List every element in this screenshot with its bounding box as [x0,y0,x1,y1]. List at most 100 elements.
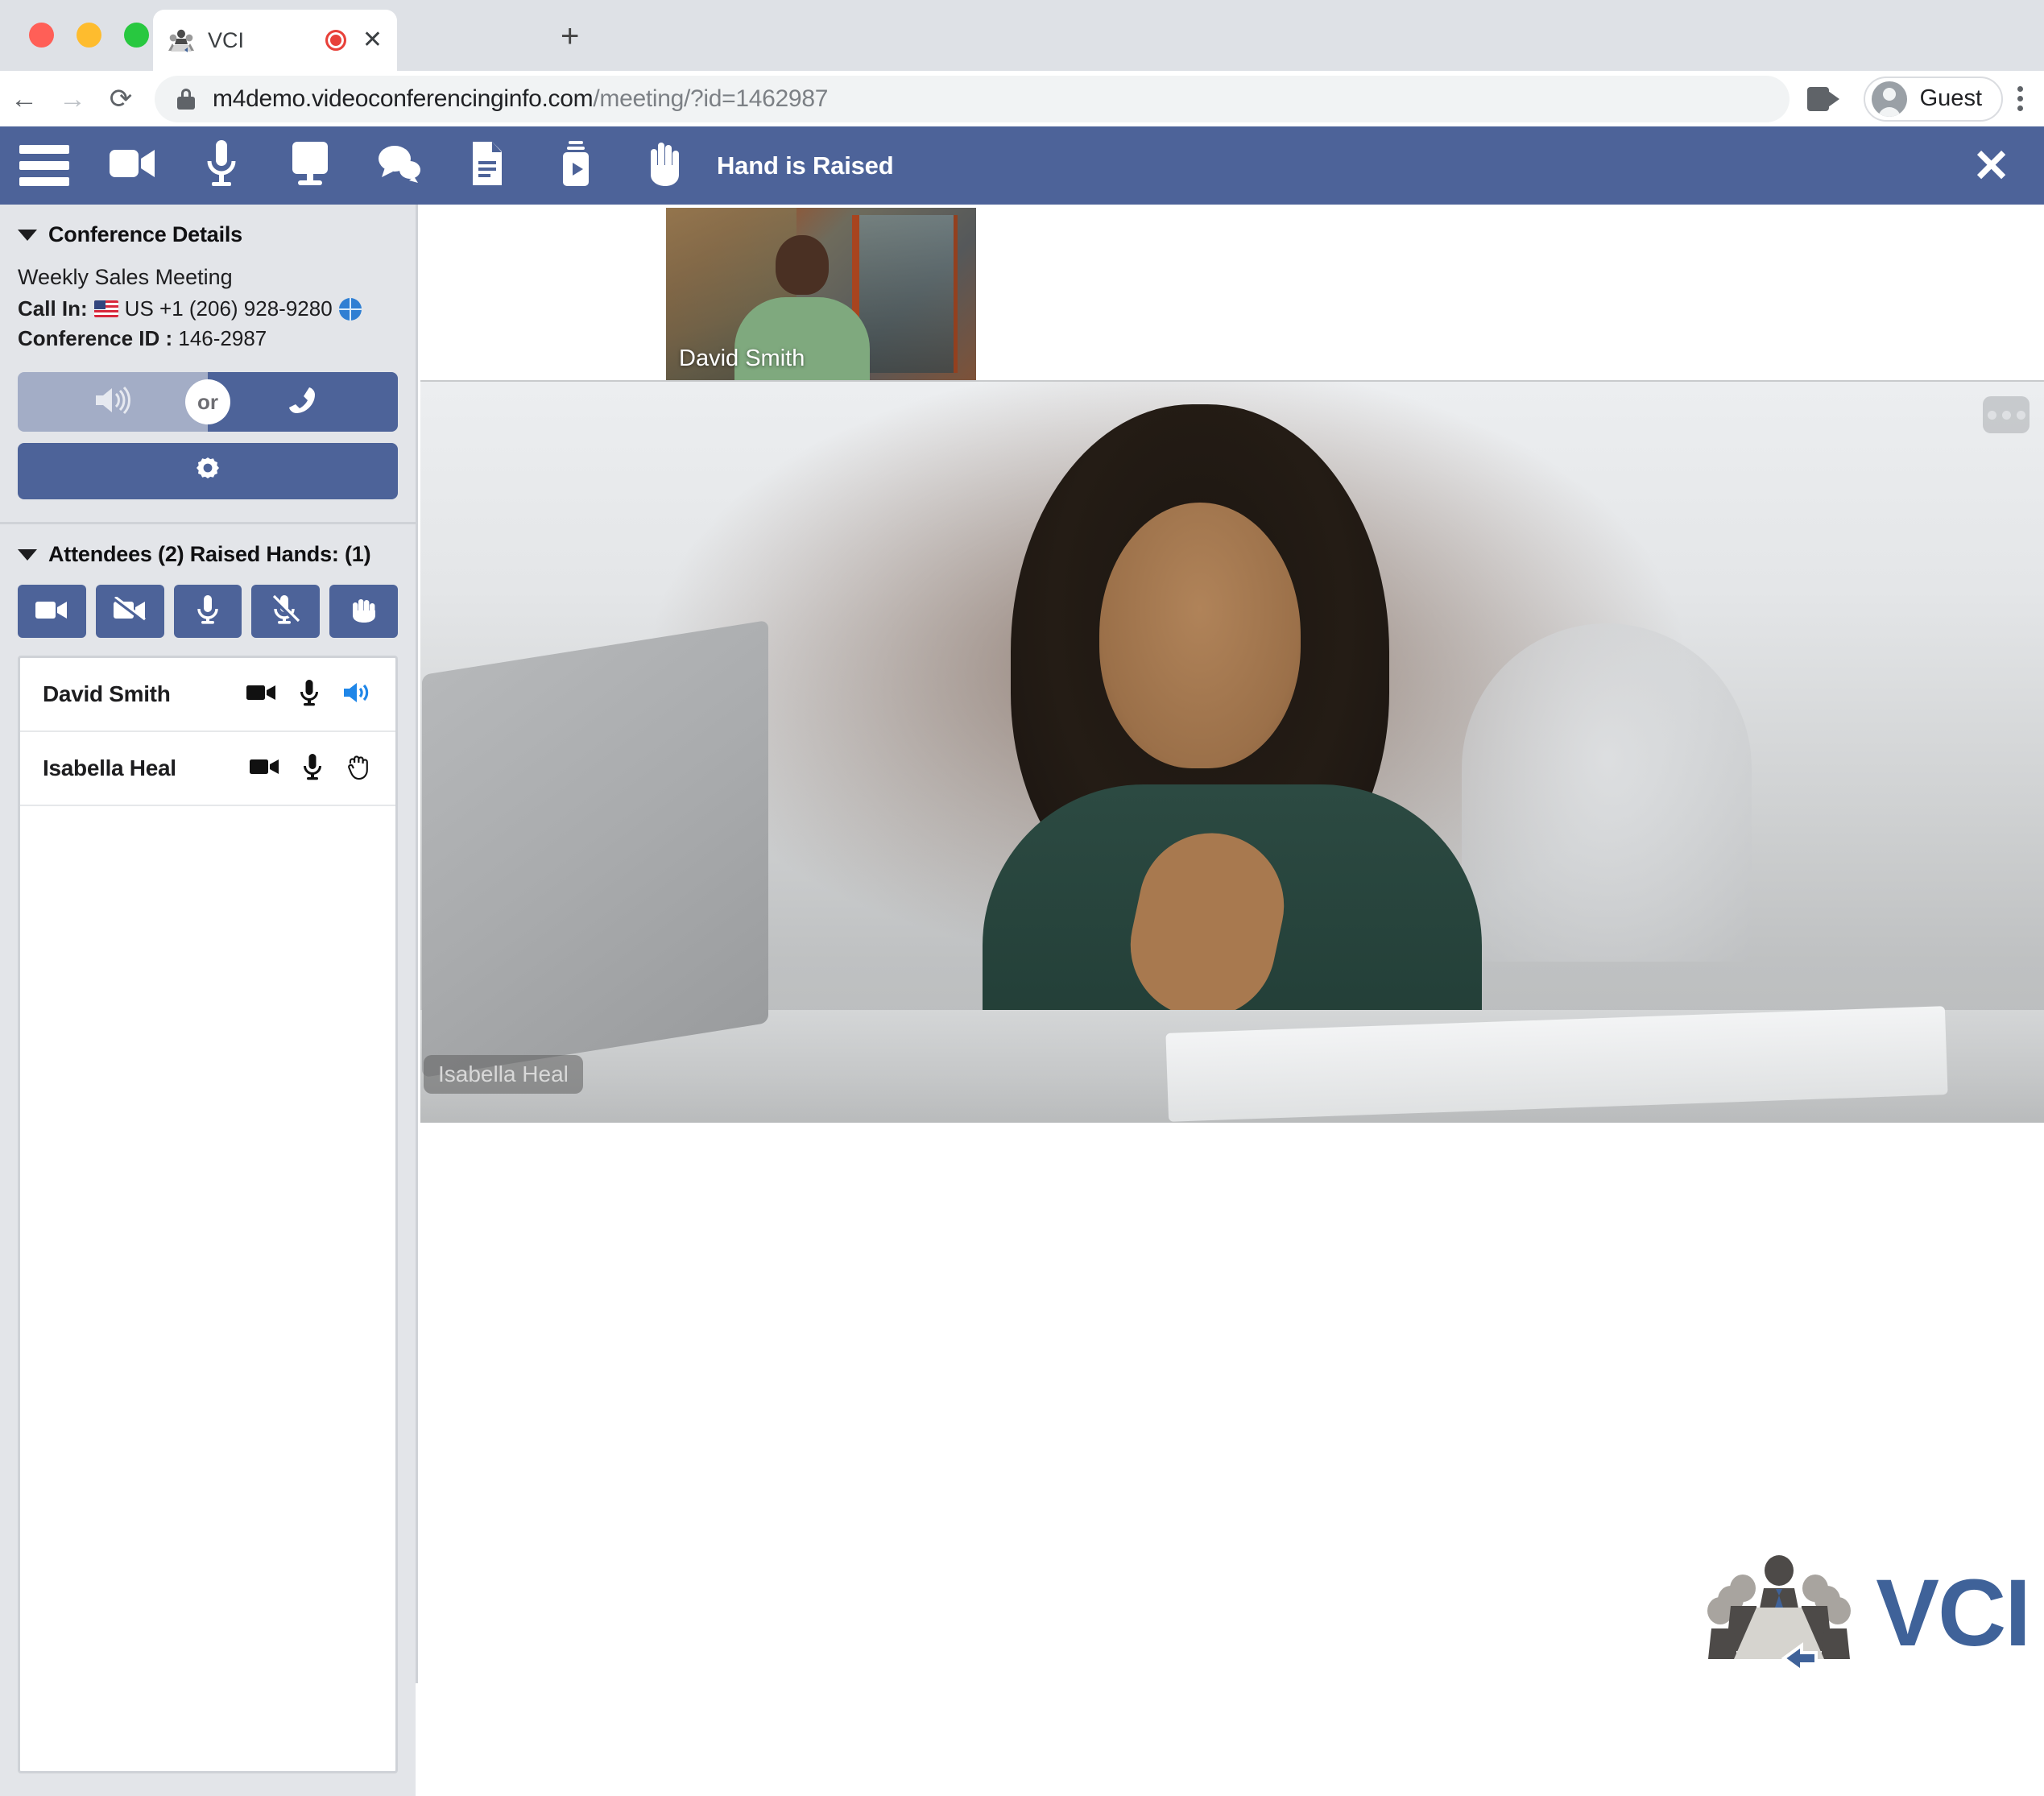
video-camera-button[interactable] [89,126,177,205]
monitor-icon [290,140,330,191]
browser-tab[interactable]: VCI ✕ [153,10,397,71]
video-stage: David Smith Isabella Heal VCI [420,205,2044,1683]
conference-details-header[interactable]: Conference Details [18,222,398,247]
gear-icon [192,454,223,489]
speaker-icon [93,386,133,419]
recordings-button[interactable] [532,126,620,205]
computer-audio-button[interactable] [18,372,208,432]
raised-hand-icon [645,139,684,192]
raised-hand-outline-icon[interactable] [345,753,371,784]
profile-name: Guest [1919,85,1982,111]
conference-id-label: Conference ID : [18,326,173,350]
back-button[interactable]: ← [0,75,48,123]
avatar-icon [1871,81,1907,117]
table-row[interactable]: David Smith [20,658,395,732]
address-bar[interactable]: m4demo.videoconferencinginfo.com/meeting… [155,75,1790,122]
document-icon [470,140,505,191]
attendees-header[interactable]: Attendees (2) Raised Hands: (1) [18,542,398,567]
more-options-icon[interactable] [1983,396,2030,433]
participant-thumbnail[interactable]: David Smith [666,208,976,380]
microphone-icon [204,139,239,192]
camera-icon[interactable] [246,682,276,707]
reload-icon: ⟳ [109,83,133,114]
reload-button[interactable]: ⟳ [97,75,145,123]
audio-or-badge: or [185,379,230,424]
dial-in-button[interactable] [208,372,398,432]
unmute-all-button[interactable] [173,585,242,638]
url-path: /meeting/?id=1462987 [593,85,829,112]
close-meeting-button[interactable]: ✕ [1972,143,2010,188]
kebab-menu-icon[interactable] [2017,86,2023,111]
browser-chrome: VCI ✕ + ← → ⟳ m4demo.videoconferencingin… [0,0,2044,126]
enable-all-cameras-button[interactable] [18,585,86,638]
vci-logo: VCI [1707,1553,2031,1674]
audio-settings-button[interactable] [18,443,398,499]
us-flag-icon [93,300,118,317]
thumbnail-name-label: David Smith [679,346,805,371]
lower-all-hands-button[interactable] [329,585,398,638]
forward-button[interactable]: → [48,75,97,123]
camera-indicator-icon[interactable] [1806,86,1839,111]
media-play-icon [558,140,594,191]
call-in-row: Call In: US +1 (206) 928-9280 [18,296,398,321]
url-domain: m4demo.videoconferencinginfo.com [213,85,594,112]
attendee-list[interactable]: David Smith Isabella Heal [18,656,398,1773]
microphone-button[interactable] [177,126,266,205]
hand-raised-status: Hand is Raised [717,151,894,180]
chat-bubbles-icon [375,143,422,188]
mic-off-icon [271,594,300,629]
conference-details-title: Conference Details [48,222,242,246]
globe-icon[interactable] [338,297,362,321]
lock-icon [177,88,195,110]
caret-down-icon [18,548,37,561]
call-in-label: Call In: [18,296,88,321]
disable-all-cameras-button[interactable] [95,585,164,638]
close-window-button[interactable] [29,23,54,48]
meeting-name: Weekly Sales Meeting [18,265,233,289]
hamburger-menu-button[interactable] [0,126,89,205]
camera-icon[interactable] [249,756,279,781]
documents-button[interactable] [443,126,532,205]
main-video-name-label: Isabella Heal [424,1055,583,1094]
mic-on-icon [197,594,218,629]
conference-details-panel: Conference Details Weekly Sales Meeting … [0,205,416,524]
mute-all-button[interactable] [251,585,321,638]
tab-title: VCI [208,27,245,52]
chat-button[interactable] [354,126,443,205]
share-screen-button[interactable] [266,126,354,205]
attendee-status-icons [246,679,371,710]
app-toolbar: Hand is Raised ✕ [0,126,2044,205]
vci-conference-favicon-icon [168,28,195,52]
vci-conference-table-icon [1707,1553,1852,1674]
camera-off-icon [113,595,147,627]
audio-mode-toggle: or [18,372,398,432]
new-tab-button[interactable]: + [561,20,579,52]
vci-logo-text: VCI [1876,1560,2031,1666]
attendees-panel: Attendees (2) Raised Hands: (1) David Sm… [0,524,416,1796]
sidebar: Conference Details Weekly Sales Meeting … [0,205,418,1796]
thumbnail-person-head [776,235,830,296]
raise-hand-button[interactable] [620,126,709,205]
maximize-window-button[interactable] [124,23,149,48]
back-arrow-icon: ← [10,83,38,114]
microphone-icon[interactable] [304,753,321,784]
minimize-window-button[interactable] [77,23,101,48]
speaker-active-icon[interactable] [342,681,371,708]
video-chair-decor [1462,623,1752,962]
attendee-bulk-controls [18,585,398,638]
microphone-icon[interactable] [300,679,318,710]
phone-handset-icon [288,385,318,420]
caret-down-icon [18,229,37,241]
tab-close-icon[interactable]: ✕ [362,28,383,52]
hand-icon [349,596,379,627]
hamburger-menu-icon [19,145,69,186]
table-row[interactable]: Isabella Heal [20,732,395,806]
record-dot-icon[interactable] [325,30,346,51]
profile-button[interactable]: Guest [1863,76,2003,122]
call-in-number: US +1 (206) 928-9280 [124,296,333,321]
attendees-title: Attendees (2) Raised Hands: (1) [48,542,371,566]
video-person-face [1099,503,1301,768]
main-video-feed[interactable]: Isabella Heal [420,380,2044,1123]
attendee-status-icons [249,753,371,784]
video-camera-icon [108,143,158,188]
